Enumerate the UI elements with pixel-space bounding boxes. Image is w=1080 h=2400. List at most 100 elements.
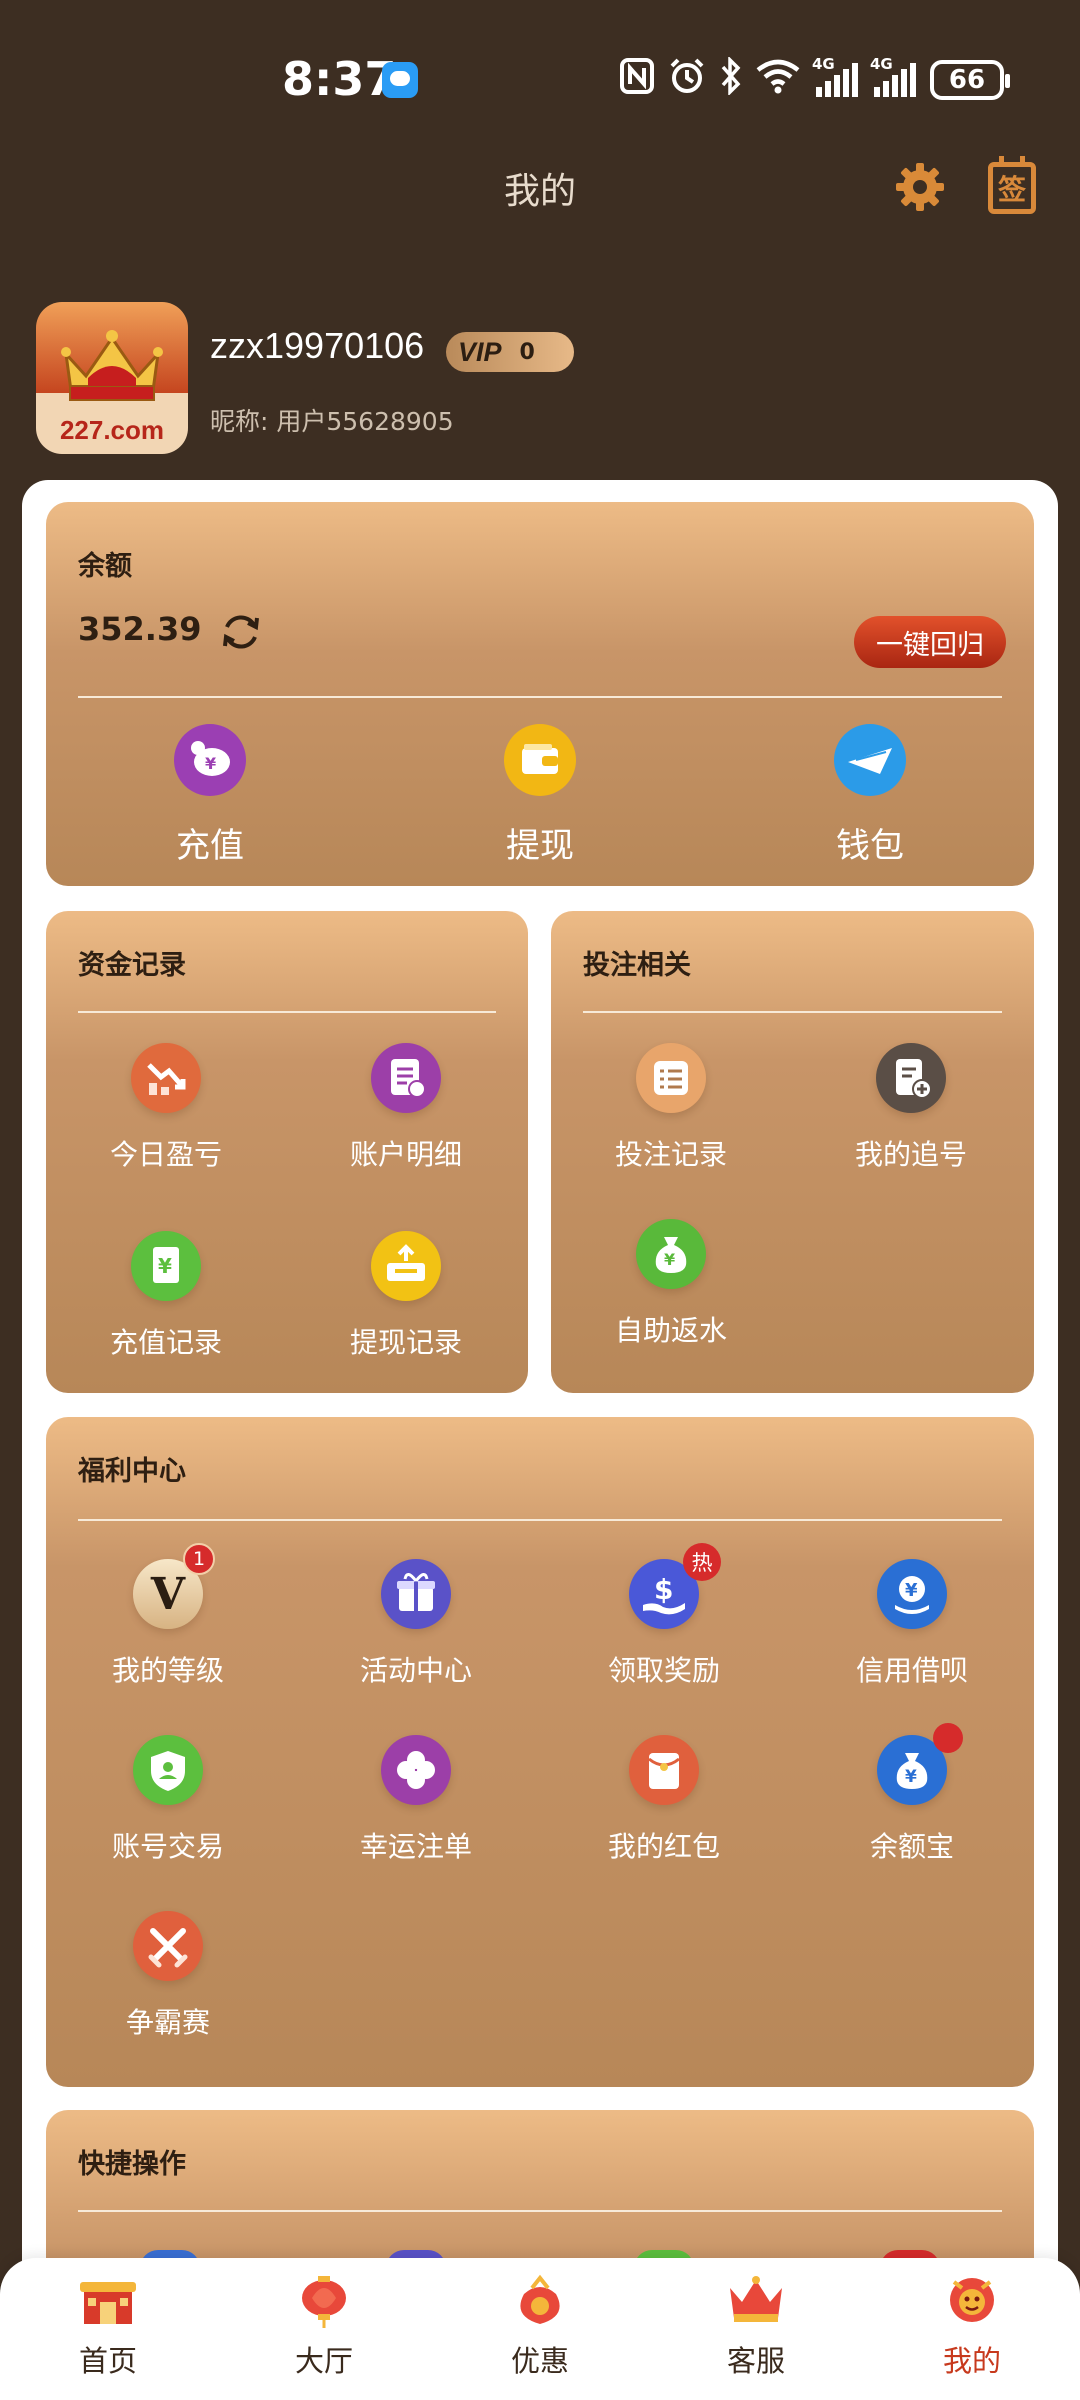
- vip-badge[interactable]: VIP 0: [446, 332, 574, 372]
- divider: [583, 1011, 1002, 1013]
- nav-customer-service-label: 客服: [726, 2344, 785, 2378]
- nav-promotions[interactable]: 优惠: [460, 2272, 620, 2380]
- avatar[interactable]: 227.com: [36, 302, 188, 454]
- signal-icon: 4G: [812, 55, 858, 97]
- nav-promotions-label: 优惠: [510, 2344, 569, 2378]
- status-icons: 4G 4G 66: [620, 54, 1010, 106]
- nickname: 昵称: 用户55628905: [210, 407, 454, 436]
- nav-lobby-label: 大厅: [294, 2344, 353, 2378]
- bottom-navigation: 首页 大厅 优惠 客服 我的: [0, 2258, 1080, 2400]
- chart-down-icon: [131, 1043, 201, 1113]
- crown-logo-icon: [61, 330, 163, 401]
- one-click-return-button[interactable]: 一键回归: [854, 616, 1006, 668]
- activity-center-label: 活动中心: [359, 1654, 472, 1687]
- divider: [78, 2210, 1002, 2212]
- bets-title: 投注相关: [583, 950, 691, 981]
- yuan-shield-icon: ¥: [877, 1559, 947, 1629]
- claim-rewards-button[interactable]: $ 热 领取奖励: [564, 1543, 764, 1689]
- list-icon: [636, 1043, 706, 1113]
- nfc-icon: [620, 57, 654, 103]
- tournament-label: 争霸赛: [125, 2006, 210, 2039]
- vip-level: 0: [519, 339, 535, 365]
- nav-home[interactable]: 首页: [28, 2272, 188, 2380]
- wallet-label: 钱包: [836, 826, 904, 866]
- svg-text:¥: ¥: [905, 1580, 918, 1601]
- my-level-button[interactable]: V 1 我的等级: [68, 1543, 268, 1689]
- betting-card: 投注相关 投注记录 我的追号 ¥ 自助返水: [551, 911, 1034, 1393]
- my-red-envelope-button[interactable]: 我的红包: [564, 1735, 764, 1865]
- ledger-icon: [371, 1043, 441, 1113]
- nav-customer-service[interactable]: 客服: [676, 2272, 836, 2380]
- refresh-icon[interactable]: [218, 609, 264, 655]
- bet-records-label: 投注记录: [614, 1138, 727, 1171]
- withdraw-records-button[interactable]: 提现记录: [306, 1231, 506, 1361]
- vip-label: VIP: [458, 336, 502, 367]
- claim-rewards-label: 领取奖励: [607, 1654, 720, 1687]
- my-red-envelope-label: 我的红包: [607, 1830, 720, 1863]
- balance-value: 352.39: [78, 610, 202, 648]
- alarm-icon: [668, 57, 706, 104]
- funds-records-card: 资金记录 今日盈亏 账户明细 ¥ 充值记录 提现记录: [46, 911, 528, 1393]
- network-label-2: 4G: [870, 55, 893, 73]
- svg-text:¥: ¥: [664, 1250, 675, 1269]
- my-chase-button[interactable]: 我的追号: [811, 1043, 1011, 1173]
- account-details-label: 账户明细: [349, 1138, 462, 1171]
- my-level-label: 我的等级: [111, 1654, 224, 1687]
- nav-lobby[interactable]: 大厅: [244, 2272, 404, 2380]
- shortcuts-title: 快捷操作: [78, 2149, 186, 2180]
- today-profit-label: 今日盈亏: [109, 1138, 222, 1171]
- yuan-bag-icon: ¥: [877, 1723, 963, 1805]
- svg-text:¥: ¥: [158, 1254, 172, 1278]
- recharge-records-label: 充值记录: [109, 1326, 222, 1359]
- tournament-button[interactable]: 争霸赛: [68, 1911, 268, 2041]
- credit-loan-label: 信用借呗: [855, 1654, 968, 1687]
- recharge-records-button[interactable]: ¥ 充值记录: [66, 1231, 266, 1361]
- dollar-hand-icon: $ 热: [629, 1543, 721, 1629]
- balance-treasure-button[interactable]: ¥ 余额宝: [812, 1723, 1012, 1865]
- signal-icon-2: 4G: [870, 55, 916, 97]
- withdraw-label: 提现: [506, 826, 574, 866]
- welfare-center-card: 福利中心 V 1 我的等级 活动中心 $ 热 领取奖励 ¥ 信用借呗 账号交易: [46, 1417, 1034, 2087]
- profile-lion-icon: [942, 2272, 1002, 2328]
- account-trade-label: 账号交易: [111, 1830, 224, 1863]
- balance-treasure-label: 余额宝: [869, 1830, 954, 1863]
- divider: [78, 1519, 1002, 1521]
- crown-icon: [726, 2272, 786, 2328]
- avatar-logo-text: 227.com: [59, 415, 165, 445]
- svg-text:¥: ¥: [905, 1767, 917, 1787]
- recharge-button[interactable]: ¥ 充值: [130, 724, 290, 867]
- divider: [78, 696, 1002, 698]
- paper-plane-icon: [834, 724, 906, 796]
- status-bar: 8:37 4G 4G 66: [0, 0, 1080, 160]
- svg-text:¥: ¥: [205, 754, 216, 773]
- message-icon: [382, 62, 418, 98]
- funds-title: 资金记录: [78, 950, 186, 981]
- sign-in-calendar-button[interactable]: 签: [988, 156, 1036, 214]
- lucky-bet-label: 幸运注单: [359, 1830, 472, 1863]
- bet-records-button[interactable]: 投注记录: [571, 1043, 771, 1173]
- money-bag-icon: ¥: [636, 1219, 706, 1289]
- upload-box-icon: [371, 1231, 441, 1301]
- vip-level-icon: V 1: [133, 1543, 215, 1629]
- balance-title: 余额: [78, 551, 132, 582]
- activity-center-button[interactable]: 活动中心: [316, 1559, 516, 1689]
- gift-bag-icon: [510, 2272, 570, 2328]
- notification-badge: 1: [183, 1543, 215, 1575]
- account-details-button[interactable]: 账户明细: [306, 1043, 506, 1173]
- nav-profile[interactable]: 我的: [892, 2272, 1052, 2380]
- wallet-button[interactable]: 钱包: [790, 724, 950, 867]
- credit-loan-button[interactable]: ¥ 信用借呗: [812, 1559, 1012, 1689]
- self-rebate-label: 自助返水: [614, 1314, 727, 1347]
- welfare-title: 福利中心: [78, 1456, 186, 1487]
- nav-profile-label: 我的: [942, 2344, 1001, 2378]
- self-rebate-button[interactable]: ¥ 自助返水: [571, 1219, 771, 1349]
- settings-gear-icon[interactable]: [893, 160, 947, 214]
- clover-icon: [381, 1735, 451, 1805]
- withdraw-button[interactable]: 提现: [460, 724, 620, 867]
- lucky-bet-button[interactable]: 幸运注单: [316, 1735, 516, 1865]
- account-trade-button[interactable]: 账号交易: [68, 1735, 268, 1865]
- doc-add-icon: [876, 1043, 946, 1113]
- divider: [78, 1011, 496, 1013]
- wallet-icon: [504, 724, 576, 796]
- today-profit-button[interactable]: 今日盈亏: [66, 1043, 266, 1173]
